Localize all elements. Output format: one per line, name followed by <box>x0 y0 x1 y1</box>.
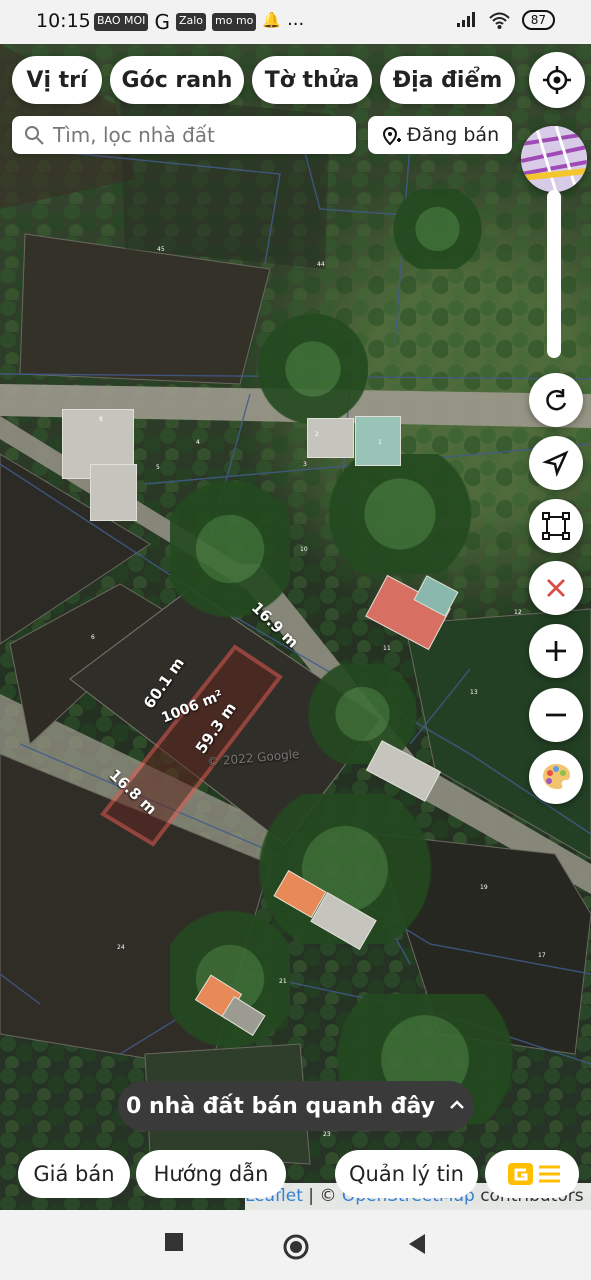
parcel-number: 8 <box>99 416 103 423</box>
minus-icon <box>546 713 566 717</box>
status-bar: 10:15 BAO MOI G Zalo mo mo 🔔 ... 87 <box>0 0 591 44</box>
tab-boundary-corners[interactable]: Góc ranh <box>110 56 244 104</box>
battery-icon: 87 <box>521 10 555 30</box>
wifi-icon <box>489 12 510 29</box>
parcel-number: 21 <box>279 978 287 985</box>
parcel-number: 44 <box>317 261 325 268</box>
palette-icon <box>543 764 570 790</box>
square-selection-icon <box>542 512 570 540</box>
parcel-number: 45 <box>157 246 165 253</box>
locate-target-button[interactable] <box>529 52 585 108</box>
attribution-separator: | <box>308 1186 315 1206</box>
navigation-arrow-icon <box>542 450 569 477</box>
chevron-up-icon <box>450 1100 464 1109</box>
clear-button[interactable] <box>529 561 583 615</box>
back-button[interactable] <box>408 1233 426 1259</box>
tab-lot-map[interactable]: Tờ thửa <box>252 56 372 104</box>
bell-icon: 🔔 <box>262 11 282 29</box>
house <box>307 418 354 458</box>
menu-button[interactable] <box>485 1150 579 1198</box>
parcel-number: 11 <box>383 645 391 652</box>
search-input[interactable]: Tìm, lọc nhà đất <box>12 116 356 154</box>
zoom-in-button[interactable] <box>529 624 583 678</box>
satellite-map[interactable]: 45 44 8 4 5 2 3 1 10 11 12 13 6 19 17 24… <box>0 44 591 1210</box>
android-navigation-bar <box>0 1210 591 1280</box>
map-style-button[interactable] <box>529 750 583 804</box>
parcel-number: 1 <box>378 439 382 446</box>
price-button[interactable]: Giá bán <box>18 1150 130 1198</box>
search-placeholder: Tìm, lọc nhà đất <box>53 123 215 147</box>
system-status: 87 <box>455 10 555 30</box>
post-sale-button[interactable]: Đăng bán <box>368 116 512 154</box>
search-icon <box>25 126 44 145</box>
recent-apps-button[interactable] <box>165 1233 183 1255</box>
triangle-back-icon <box>409 1234 425 1254</box>
more-icon: ... <box>287 9 305 30</box>
parcel-number: 3 <box>303 461 307 468</box>
parcel-number: 4 <box>196 439 200 446</box>
parcel-number: 2 <box>315 431 319 438</box>
plus-icon <box>546 641 566 661</box>
tab-location[interactable]: Vị trí <box>12 56 102 104</box>
google-icon: G <box>154 10 170 34</box>
select-area-button[interactable] <box>529 499 583 553</box>
refresh-button[interactable] <box>529 373 583 427</box>
parcel-number: 17 <box>538 952 546 959</box>
manage-listing-button[interactable]: Quản lý tin <box>335 1150 478 1198</box>
layer-thumbnail-icon <box>521 126 587 192</box>
notification-icons: BAO MOI G Zalo mo mo 🔔 ... <box>94 9 305 34</box>
parcel-number: 19 <box>480 884 488 891</box>
refresh-icon <box>546 389 567 411</box>
layer-opacity-slider[interactable] <box>547 190 561 358</box>
parcel-number: 10 <box>300 546 308 553</box>
parcel-number: 5 <box>156 464 160 471</box>
parcel-number: 6 <box>91 634 95 641</box>
location-plus-icon <box>382 127 401 146</box>
navigate-button[interactable] <box>529 436 583 490</box>
circle-home-icon <box>283 1234 309 1260</box>
zoom-out-button[interactable] <box>529 688 583 742</box>
zalo-icon: Zalo <box>175 13 206 31</box>
close-icon <box>547 579 565 597</box>
tab-places[interactable]: Địa điểm <box>380 56 515 104</box>
house <box>90 464 137 521</box>
home-button[interactable] <box>282 1233 310 1265</box>
square-icon <box>165 1233 183 1251</box>
target-icon <box>543 66 571 94</box>
signal-icon <box>456 12 475 27</box>
status-time: 10:15 <box>36 10 91 32</box>
menu-icon <box>508 1163 560 1185</box>
post-sale-label: Đăng bán <box>406 124 500 146</box>
parcel-number: 23 <box>323 1131 331 1138</box>
nearby-listings-summary[interactable]: 0 nhà đất bán quanh đây <box>118 1081 474 1131</box>
momo-icon: mo mo <box>212 13 257 31</box>
parcel-number: 13 <box>470 689 478 696</box>
guide-button[interactable]: Hướng dẫn <box>136 1150 286 1198</box>
nearby-listings-label: 0 nhà đất bán quanh đây <box>126 1093 435 1119</box>
parcel-number: 24 <box>117 944 125 951</box>
copyright-symbol: © <box>319 1186 337 1206</box>
bao-moi-icon: BAO MOI <box>94 13 149 31</box>
parcel-number: 12 <box>514 609 522 616</box>
map-layer-thumbnail[interactable] <box>521 126 587 192</box>
